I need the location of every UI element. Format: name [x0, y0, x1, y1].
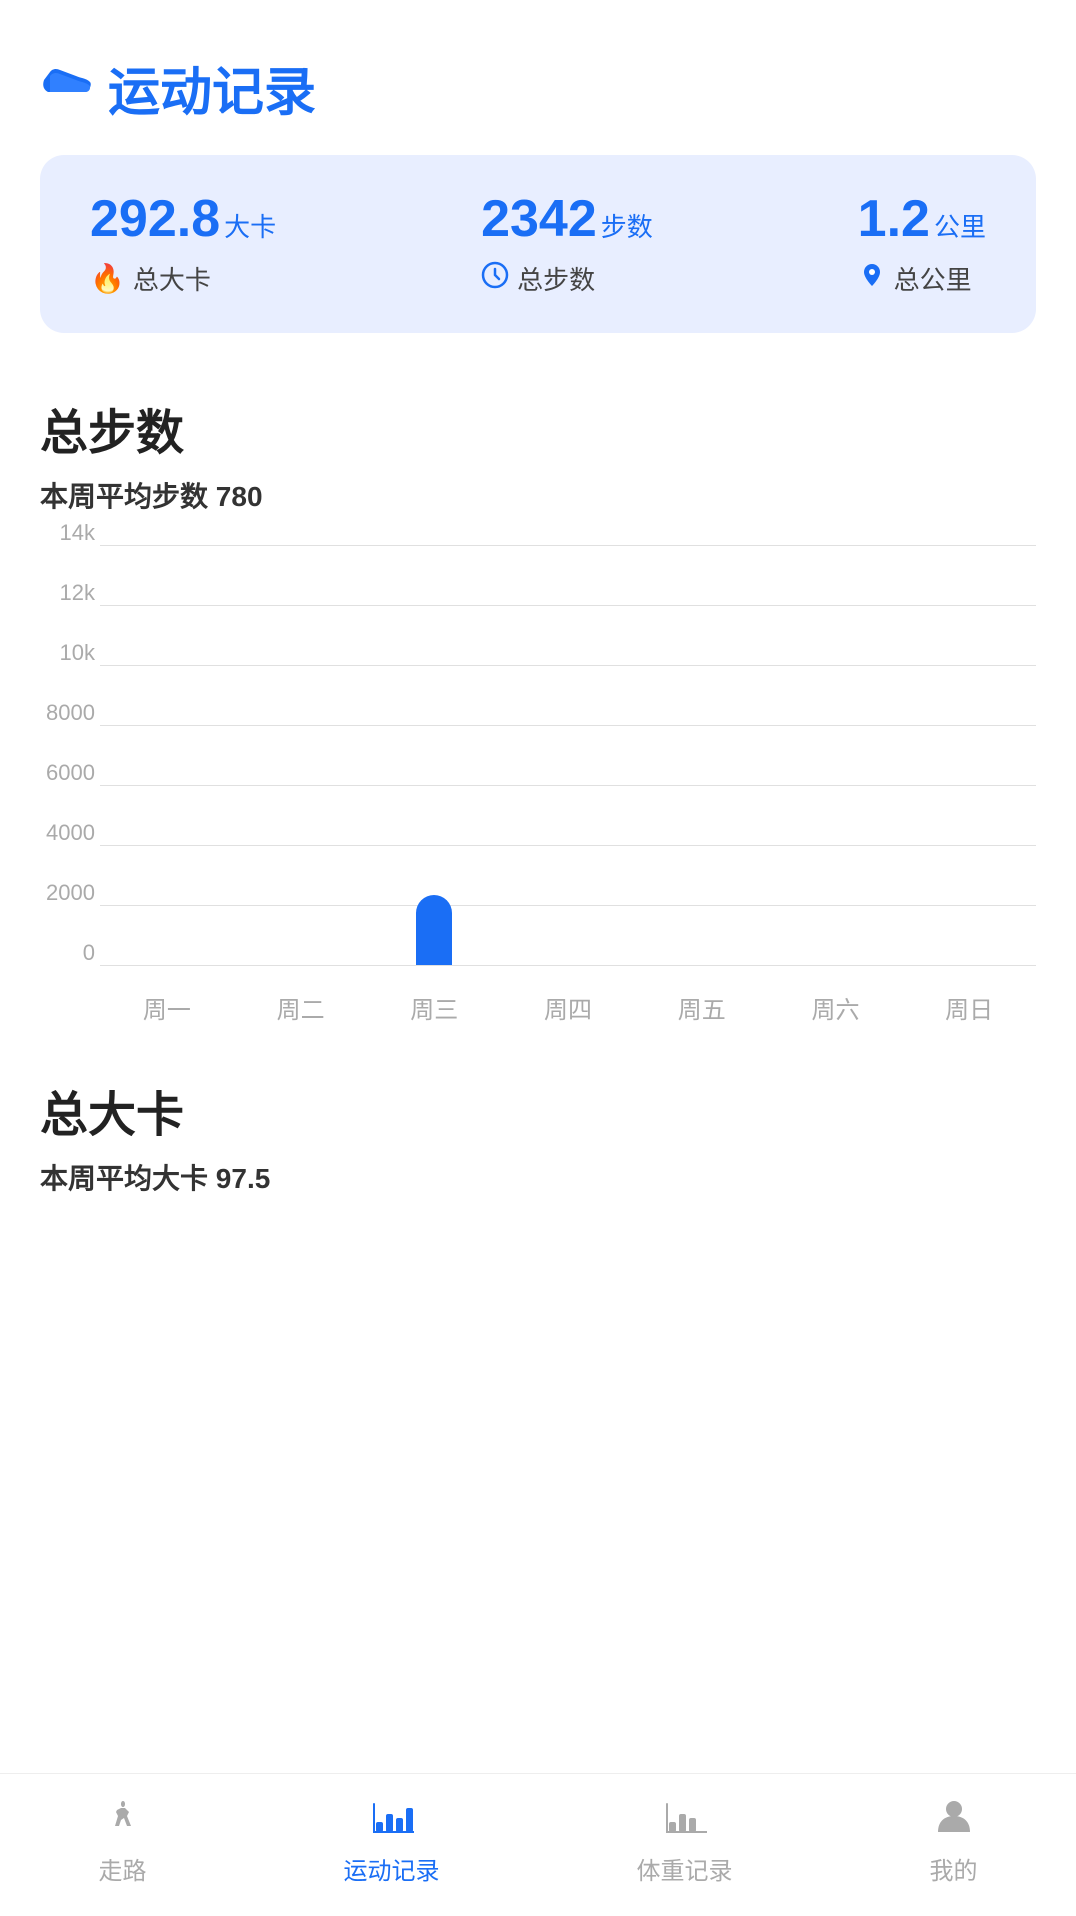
- bottom-nav: 走路 运动记录 体重记录: [0, 1773, 1076, 1916]
- chart-x-label: 周六: [769, 990, 903, 1025]
- distance-summary: 1.2 公里 总公里: [858, 191, 986, 297]
- steps-unit: 步数: [601, 207, 653, 244]
- grid-y-label: 2000: [40, 880, 95, 906]
- nav-label-walk: 走路: [99, 1851, 147, 1886]
- distance-value: 1.2: [858, 191, 930, 248]
- chart-bar: [416, 895, 452, 965]
- chart-x-labels: 周一周二周三周四周五周六周日: [100, 990, 1036, 1025]
- chart-bars: [100, 545, 1036, 965]
- shoe-icon: [40, 62, 92, 113]
- grid-line: 0: [100, 965, 1036, 966]
- calories-unit: 大卡: [224, 207, 276, 244]
- grid-y-label: 6000: [40, 760, 95, 786]
- steps-subtitle: 本周平均步数 780: [40, 475, 1036, 515]
- chart-x-label: 周五: [635, 990, 769, 1025]
- nav-item-walk[interactable]: 走路: [99, 1794, 147, 1886]
- user-icon: [932, 1794, 976, 1843]
- steps-section: 总步数 本周平均步数 780 14k 12k 10k 8000 6000 4000 2000…: [0, 373, 1076, 1025]
- main-content: 运动记录 292.8 大卡 🔥 总大卡 2342 步数: [0, 0, 1076, 1916]
- grid-y-label: 10k: [40, 640, 95, 666]
- chart-bar-wrapper: [367, 895, 501, 965]
- nav-label-exercise: 运动记录: [344, 1851, 440, 1886]
- chart-icon: [370, 1794, 414, 1843]
- nav-item-exercise[interactable]: 运动记录: [344, 1794, 440, 1886]
- chart-x-label: 周一: [100, 990, 234, 1025]
- clock-icon: [481, 261, 509, 296]
- steps-label: 总步数: [517, 260, 595, 297]
- section-divider: [0, 1035, 1076, 1055]
- page-title: 运动记录: [108, 50, 316, 125]
- calories-section-title: 总大卡: [40, 1075, 1036, 1145]
- pin-icon: [858, 261, 886, 296]
- page-header: 运动记录: [0, 0, 1076, 145]
- calories-subtitle: 本周平均大卡 97.5: [40, 1157, 1036, 1197]
- grid-y-label: 12k: [40, 580, 95, 606]
- chart-x-label: 周二: [234, 990, 368, 1025]
- calories-summary: 292.8 大卡 🔥 总大卡: [90, 191, 276, 297]
- steps-summary: 2342 步数 总步数: [481, 191, 653, 297]
- grid-y-label: 14k: [40, 520, 95, 546]
- summary-card: 292.8 大卡 🔥 总大卡 2342 步数 总步数: [40, 155, 1036, 333]
- nav-label-profile: 我的: [930, 1851, 978, 1886]
- nav-item-weight[interactable]: 体重记录: [637, 1794, 733, 1886]
- chart-x-label: 周日: [902, 990, 1036, 1025]
- grid-y-label: 8000: [40, 700, 95, 726]
- chart-x-label: 周三: [367, 990, 501, 1025]
- steps-chart: 14k12k10k80006000400020000 周一周二周三周四周五周六周…: [40, 545, 1036, 1025]
- nav-item-profile[interactable]: 我的: [930, 1794, 978, 1886]
- steps-value: 2342: [481, 191, 597, 248]
- calories-section: 总大卡 本周平均大卡 97.5: [0, 1055, 1076, 1197]
- grid-y-label: 0: [40, 940, 95, 966]
- steps-section-title: 总步数: [40, 393, 1036, 463]
- calories-label: 总大卡: [133, 260, 211, 297]
- grid-y-label: 4000: [40, 820, 95, 846]
- distance-label: 总公里: [894, 260, 972, 297]
- calories-value: 292.8: [90, 191, 220, 248]
- weight-icon: [663, 1794, 707, 1843]
- walk-icon: [101, 1794, 145, 1843]
- fire-icon: 🔥: [90, 262, 125, 295]
- distance-unit: 公里: [934, 207, 986, 244]
- chart-x-label: 周四: [501, 990, 635, 1025]
- nav-label-weight: 体重记录: [637, 1851, 733, 1886]
